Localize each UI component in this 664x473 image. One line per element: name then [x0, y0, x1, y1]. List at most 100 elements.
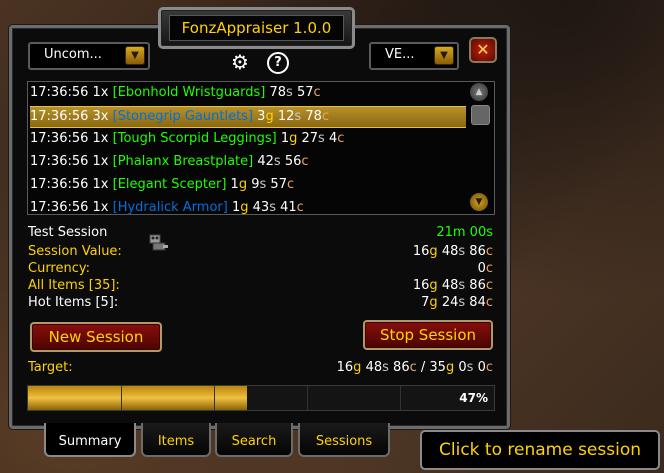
- item-time: 17:36:56: [30, 154, 89, 169]
- session-duration: 21m 00s: [436, 225, 493, 240]
- item-time: 17:36:56: [30, 200, 89, 215]
- item-link[interactable]: [Ebonhold Wristguards]: [113, 85, 266, 100]
- coin-unit: s: [382, 360, 389, 375]
- tab-items[interactable]: Items: [141, 423, 211, 457]
- coin-unit: c: [409, 360, 417, 375]
- coin-amount: 57: [270, 177, 287, 192]
- title-plate[interactable]: FonzAppraiser 1.0.0: [158, 7, 355, 49]
- gear-icon[interactable]: ⚙: [230, 52, 250, 72]
- item-link[interactable]: [Elegant Scepter]: [113, 177, 227, 192]
- coin-unit: c: [301, 154, 309, 169]
- item-row[interactable]: 17:36:56 3x [Stonegrip Gauntlets] 3g 12s…: [30, 106, 466, 128]
- coin-amount: 0: [477, 261, 486, 276]
- close-icon[interactable]: ✕: [469, 37, 497, 63]
- scroll-up-icon[interactable]: ▲: [470, 83, 488, 101]
- progress-divider: [214, 386, 215, 410]
- coin-amount: 78: [305, 109, 322, 124]
- progress-divider: [121, 386, 122, 410]
- item-quantity: 1x: [92, 85, 109, 100]
- coin-unit: c: [337, 131, 345, 146]
- item-row[interactable]: 17:36:56 1x [Phalanx Breastplate] 42s 56…: [30, 152, 466, 172]
- coin-amount: 1: [230, 177, 239, 192]
- coin-unit: c: [485, 278, 493, 293]
- item-row[interactable]: 17:36:56 1x [Hydralick Armor] 1g 43s 41c: [30, 198, 466, 218]
- chevron-down-icon[interactable]: ▼: [434, 46, 454, 65]
- coin-unit: s: [286, 85, 293, 100]
- progress-divider: [400, 386, 401, 410]
- coin-amount: 1: [280, 131, 290, 146]
- coin-amount: 57: [296, 85, 314, 100]
- coin-amount: 41: [280, 200, 297, 215]
- stat-value: 7g 24s 84c: [421, 295, 493, 310]
- item-link[interactable]: [Phalanx Breastplate]: [113, 154, 254, 169]
- coin-amount: 4: [328, 131, 338, 146]
- coin-unit: s: [294, 109, 302, 124]
- session-name: Test Session: [28, 225, 108, 240]
- coin-amount: 48: [441, 244, 459, 259]
- coin-unit: g: [429, 295, 438, 310]
- coin-unit: g: [265, 109, 274, 124]
- coin-amount: 0: [458, 360, 467, 375]
- tab-sessions[interactable]: Sessions: [298, 423, 390, 457]
- coin-unit: s: [458, 278, 466, 293]
- coin-unit: s: [458, 244, 466, 259]
- stop-session-button[interactable]: Stop Session: [363, 320, 493, 350]
- coin-amount: 48: [441, 278, 459, 293]
- stat-label: All Items [35]:: [28, 278, 120, 293]
- item-time: 17:36:56: [30, 131, 89, 146]
- tab-search[interactable]: Search: [215, 423, 293, 457]
- item-quantity: 3x: [92, 109, 109, 124]
- coin-amount: 16: [336, 360, 354, 375]
- item-row[interactable]: 17:36:56 1x [Elegant Scepter] 1g 9s 57c: [30, 175, 466, 195]
- chevron-down-icon[interactable]: ▼: [125, 46, 145, 65]
- stat-value: 16g 48s 86c: [413, 278, 493, 293]
- target-label: Target:: [28, 360, 73, 375]
- coin-unit: g: [429, 244, 438, 259]
- robot-icon: [147, 232, 171, 254]
- coin-unit: g: [429, 278, 438, 293]
- coin-amount: 35: [429, 360, 446, 375]
- coin-unit: c: [485, 295, 493, 310]
- coin-unit: s: [273, 154, 281, 169]
- coin-unit: g: [238, 177, 248, 192]
- coin-amount: 86: [469, 278, 486, 293]
- quality-dropdown-label: Uncom...: [44, 47, 102, 62]
- tab-summary[interactable]: Summary: [44, 423, 136, 457]
- new-session-button[interactable]: New Session: [30, 322, 162, 352]
- coin-unit: s: [259, 177, 267, 192]
- coin-amount: 9: [251, 177, 260, 192]
- coin-amount: 78: [269, 85, 287, 100]
- coin-amount: 48: [365, 360, 383, 375]
- item-row[interactable]: 17:36:56 1x [Ebonhold Wristguards] 78s 5…: [30, 83, 466, 103]
- stat-value: 0c: [478, 261, 493, 276]
- coin-amount: 86: [469, 244, 486, 259]
- help-icon[interactable]: ?: [267, 52, 289, 74]
- item-time: 17:36:56: [30, 177, 89, 192]
- stat-value: 16g 48s 86c: [413, 244, 493, 259]
- coin-amount: 24: [441, 295, 459, 310]
- view-dropdown-label: VE...: [385, 47, 415, 62]
- item-time: 17:36:56: [30, 85, 89, 100]
- coin-unit: c: [286, 177, 295, 192]
- scroll-down-icon[interactable]: ▼: [470, 193, 488, 211]
- item-quantity: 1x: [92, 177, 109, 192]
- coin-unit: g: [445, 360, 455, 375]
- coin-amount: 16: [412, 244, 430, 259]
- item-link[interactable]: [Tough Scorpid Leggings]: [113, 131, 277, 146]
- quality-dropdown[interactable]: Uncom... ▼: [28, 42, 150, 70]
- item-quantity: 1x: [92, 154, 109, 169]
- coin-unit: c: [313, 85, 321, 100]
- coin-unit: s: [458, 295, 466, 310]
- rename-session-hint[interactable]: Click to rename session: [420, 430, 660, 470]
- scrollbar-thumb[interactable]: [471, 105, 490, 125]
- coin-unit: c: [321, 109, 330, 124]
- coin-unit: g: [289, 131, 298, 146]
- item-link[interactable]: [Stonegrip Gauntlets]: [113, 109, 253, 124]
- item-link[interactable]: [Hydralick Armor]: [113, 200, 228, 215]
- item-row[interactable]: 17:36:56 1x [Tough Scorpid Leggings] 1g …: [30, 129, 466, 149]
- stat-label: Hot Items [5]:: [28, 295, 119, 310]
- view-dropdown[interactable]: VE... ▼: [369, 42, 459, 70]
- target-progress-bar: 47%: [27, 385, 495, 411]
- target-separator: /: [416, 360, 430, 375]
- coin-amount: 0: [477, 360, 486, 375]
